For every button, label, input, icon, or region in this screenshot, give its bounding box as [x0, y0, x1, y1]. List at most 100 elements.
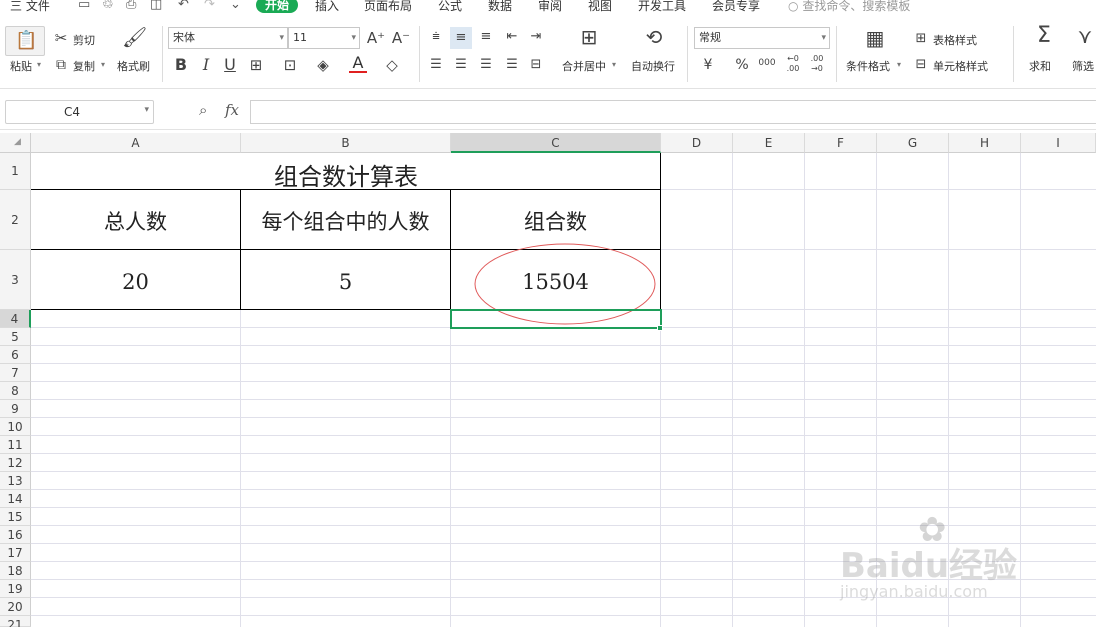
row-header-9[interactable]: 9 — [0, 400, 31, 418]
zoom-icon[interactable]: ⌕ — [199, 101, 207, 119]
header-total-people[interactable]: 总人数 — [31, 206, 240, 236]
title-cell[interactable]: 组合数计算表 — [31, 153, 661, 191]
decrease-indent-icon[interactable]: ⇤ — [503, 28, 521, 46]
distributed-icon[interactable]: ⊟ — [527, 56, 545, 74]
bold-icon[interactable]: B — [172, 56, 190, 74]
decrease-decimal-icon[interactable]: .00 →0 — [808, 54, 826, 74]
column-header-h[interactable]: H — [949, 133, 1021, 153]
align-left-icon[interactable]: ☰ — [427, 56, 445, 74]
underline-icon[interactable]: U — [221, 56, 239, 74]
table-style-button[interactable]: 表格样式 — [933, 32, 977, 48]
column-header-a[interactable]: A — [31, 133, 241, 153]
copy-button[interactable]: 复制 — [73, 58, 95, 74]
increase-font-icon[interactable]: A⁺ — [366, 29, 386, 47]
number-format-select[interactable]: 常规 ▾ — [694, 27, 830, 49]
selected-cell-c4[interactable] — [450, 309, 662, 329]
justify-icon[interactable]: ☰ — [503, 56, 521, 74]
row-header-15[interactable]: 15 — [0, 508, 31, 526]
command-search[interactable]: ○ 查找命令、搜索模板 — [788, 0, 910, 14]
header-combinations[interactable]: 组合数 — [451, 206, 660, 236]
fx-icon[interactable]: fx — [225, 101, 239, 119]
formula-input[interactable] — [250, 100, 1096, 124]
row-header-4[interactable]: 4 — [0, 310, 31, 328]
align-center-icon[interactable]: ☰ — [452, 56, 470, 74]
row-header-6[interactable]: 6 — [0, 346, 31, 364]
redo-icon[interactable]: ↷ — [204, 0, 215, 12]
row-header-17[interactable]: 17 — [0, 544, 31, 562]
row-header-5[interactable]: 5 — [0, 328, 31, 346]
tab-insert[interactable]: 插入 — [315, 0, 339, 14]
row-header-14[interactable]: 14 — [0, 490, 31, 508]
cell-style-icon[interactable]: ⊟ — [913, 56, 929, 74]
tab-page-layout[interactable]: 页面布局 — [364, 0, 412, 14]
column-header-d[interactable]: D — [661, 133, 733, 153]
increase-decimal-icon[interactable]: ←0.00 — [784, 54, 802, 74]
filter-icon[interactable]: ⋎ — [1073, 26, 1096, 46]
currency-icon[interactable]: ¥ — [700, 56, 716, 74]
row-header-11[interactable]: 11 — [0, 436, 31, 454]
fill-color-icon[interactable]: ◈ — [314, 56, 332, 74]
row-header-1[interactable]: 1 — [0, 153, 31, 190]
row-header-18[interactable]: 18 — [0, 562, 31, 580]
copy-dropdown-icon[interactable]: ▾ — [101, 60, 105, 69]
clear-format-icon[interactable]: ◇ — [383, 56, 401, 74]
borders-icon[interactable]: ⊞ — [247, 56, 265, 74]
value-total-people[interactable]: 20 — [31, 270, 240, 294]
percent-icon[interactable]: % — [734, 56, 750, 74]
merge-center-icon[interactable]: ⊞ — [576, 27, 602, 47]
paste-label[interactable]: 粘贴 — [10, 58, 32, 74]
increase-indent-icon[interactable]: ⇥ — [527, 28, 545, 46]
table-style-icon[interactable]: ⊞ — [913, 30, 929, 48]
cell-style-button[interactable]: 单元格样式 — [933, 58, 988, 74]
column-header-f[interactable]: F — [805, 133, 877, 153]
copy-icon[interactable]: ⧉ — [53, 56, 69, 74]
column-header-i[interactable]: I — [1021, 133, 1096, 153]
column-header-b[interactable]: B — [241, 133, 451, 153]
filter-button[interactable]: 筛选 — [1072, 58, 1094, 74]
conditional-format-icon[interactable]: ▦ — [862, 28, 888, 48]
tab-member[interactable]: 会员专享 — [712, 0, 760, 14]
row-header-7[interactable]: 7 — [0, 364, 31, 382]
format-painter-button[interactable]: 格式刷 — [117, 58, 150, 74]
row-header-13[interactable]: 13 — [0, 472, 31, 490]
tab-formulas[interactable]: 公式 — [438, 0, 462, 14]
value-people-per-group[interactable]: 5 — [241, 270, 450, 294]
print-icon[interactable]: ⎙ — [126, 0, 136, 12]
export-icon[interactable]: ♲ — [102, 0, 114, 12]
italic-icon[interactable]: I — [197, 56, 215, 74]
wrap-text-icon[interactable]: ⟲ — [641, 27, 667, 47]
quick-access-dropdown-icon[interactable]: ⌄ — [230, 0, 241, 12]
row-header-19[interactable]: 19 — [0, 580, 31, 598]
name-box[interactable]: C4 ▾ — [5, 100, 154, 124]
fill-handle[interactable] — [657, 325, 663, 331]
column-header-g[interactable]: G — [877, 133, 949, 153]
align-right-icon[interactable]: ☰ — [477, 56, 495, 74]
decrease-font-icon[interactable]: A⁻ — [391, 29, 411, 47]
row-header-20[interactable]: 20 — [0, 598, 31, 616]
thousands-icon[interactable]: 000 — [758, 54, 776, 72]
tab-developer[interactable]: 开发工具 — [638, 0, 686, 14]
align-middle-icon[interactable]: ≡ — [450, 27, 472, 49]
undo-icon[interactable]: ↶ — [178, 0, 189, 12]
tab-home[interactable]: 开始 — [256, 0, 298, 13]
row-header-10[interactable]: 10 — [0, 418, 31, 436]
font-size-select[interactable]: 11 ▾ — [288, 27, 360, 49]
row-header-16[interactable]: 16 — [0, 526, 31, 544]
select-all-corner[interactable]: ◢ — [0, 133, 31, 153]
fill-pattern-icon[interactable]: ⊡ — [281, 56, 299, 74]
cut-button[interactable]: 剪切 — [73, 32, 95, 48]
column-header-e[interactable]: E — [733, 133, 805, 153]
row-header-8[interactable]: 8 — [0, 382, 31, 400]
file-menu[interactable]: 三 文件 — [10, 0, 50, 14]
sum-button[interactable]: 求和 — [1029, 58, 1051, 74]
conditional-dropdown-icon[interactable]: ▾ — [897, 60, 901, 69]
sum-icon[interactable]: Σ — [1032, 25, 1056, 47]
row-header-2[interactable]: 2 — [0, 190, 31, 250]
align-top-icon[interactable]: ⩧ — [427, 28, 445, 46]
row-header-12[interactable]: 12 — [0, 454, 31, 472]
merge-dropdown-icon[interactable]: ▾ — [612, 60, 616, 69]
print-preview-icon[interactable]: ◫ — [150, 0, 162, 12]
row-header-21[interactable]: 21 — [0, 616, 31, 627]
scissors-icon[interactable]: ✂ — [53, 29, 69, 47]
font-color-icon[interactable]: A — [349, 55, 367, 73]
